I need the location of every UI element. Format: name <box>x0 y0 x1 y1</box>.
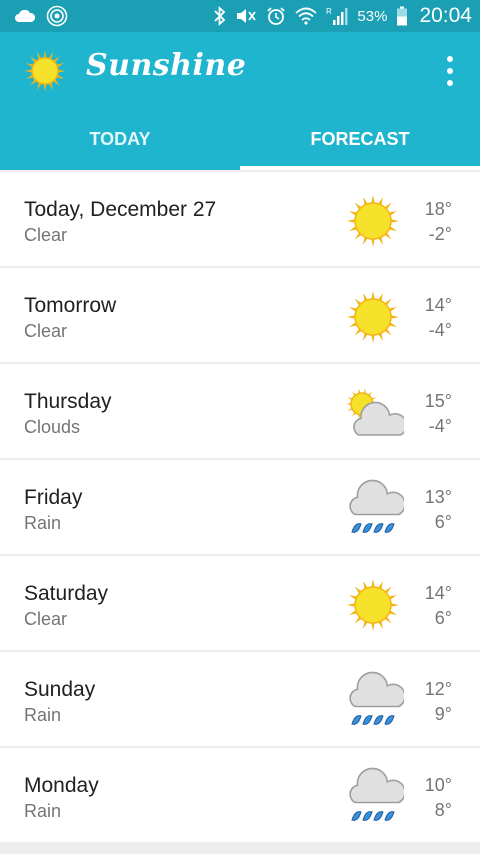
forecast-description: Clouds <box>24 417 81 437</box>
forecast-row-5[interactable]: Sunday Rain 12° 9° <box>0 652 480 746</box>
forecast-day: Thursday <box>24 390 112 413</box>
forecast-row-4[interactable]: Saturday Clear 14° 6° <box>0 556 480 650</box>
forecast-description: Rain <box>24 801 62 821</box>
app-bar: Sunshine TODAY FORECAST <box>0 32 480 170</box>
tab-today[interactable]: TODAY <box>0 108 240 170</box>
forecast-row-2[interactable]: Thursday Clouds 15° -4° <box>0 364 480 458</box>
clock: 20:04 <box>419 4 472 27</box>
forecast-high: 14° <box>424 583 452 603</box>
forecast-list: Today, December 27 Clear 18° -2° Tomorro… <box>0 172 480 844</box>
forecast-low: 6° <box>434 608 452 628</box>
battery-percentage: 53% <box>357 7 388 25</box>
sun-icon <box>22 48 68 99</box>
alarm-icon <box>266 6 286 26</box>
forecast-description: Rain <box>24 513 62 533</box>
forecast-day: Saturday <box>24 582 109 605</box>
forecast-high: 14° <box>424 295 452 315</box>
forecast-description: Clear <box>24 609 68 629</box>
cloud-icon <box>14 9 36 23</box>
forecast-low: 9° <box>434 704 452 724</box>
forecast-low: -4° <box>428 416 452 436</box>
wifi-icon <box>295 6 318 26</box>
forecast-low: 6° <box>434 512 452 532</box>
forecast-high: 15° <box>424 391 452 411</box>
forecast-description: Clear <box>24 225 68 245</box>
signal-rings-icon <box>46 5 68 27</box>
forecast-high: 13° <box>424 487 452 507</box>
status-bar: R 53% 20:04 <box>0 0 480 32</box>
forecast-description: Rain <box>24 705 62 725</box>
forecast-day: Friday <box>24 486 83 509</box>
forecast-day: Monday <box>24 774 99 797</box>
forecast-low: 8° <box>434 800 452 820</box>
forecast-low: -2° <box>428 224 452 244</box>
forecast-row-0[interactable]: Today, December 27 Clear 18° -2° <box>0 172 480 266</box>
cell-signal-icon: R <box>326 6 348 26</box>
battery-icon <box>396 6 408 26</box>
forecast-row-3[interactable]: Friday Rain 13° 6° <box>0 460 480 554</box>
forecast-description: Clear <box>24 321 68 341</box>
more-vert-icon[interactable] <box>438 56 462 86</box>
forecast-day: Sunday <box>24 678 96 701</box>
forecast-high: 18° <box>424 199 452 219</box>
forecast-high: 12° <box>424 679 452 699</box>
forecast-row-6[interactable]: Monday Rain 10° 8° <box>0 748 480 842</box>
bluetooth-icon <box>214 6 226 26</box>
svg-text:R: R <box>326 7 332 16</box>
forecast-high: 10° <box>424 775 452 795</box>
forecast-day: Today, December 27 <box>24 198 217 221</box>
forecast-row-1[interactable]: Tomorrow Clear 14° -4° <box>0 268 480 362</box>
forecast-low: -4° <box>428 320 452 340</box>
forecast-day: Tomorrow <box>24 294 117 317</box>
tab-bar: TODAY FORECAST <box>0 108 480 170</box>
app-title: Sunshine <box>86 48 247 83</box>
tab-forecast[interactable]: FORECAST <box>240 108 480 170</box>
mute-icon <box>235 6 257 26</box>
